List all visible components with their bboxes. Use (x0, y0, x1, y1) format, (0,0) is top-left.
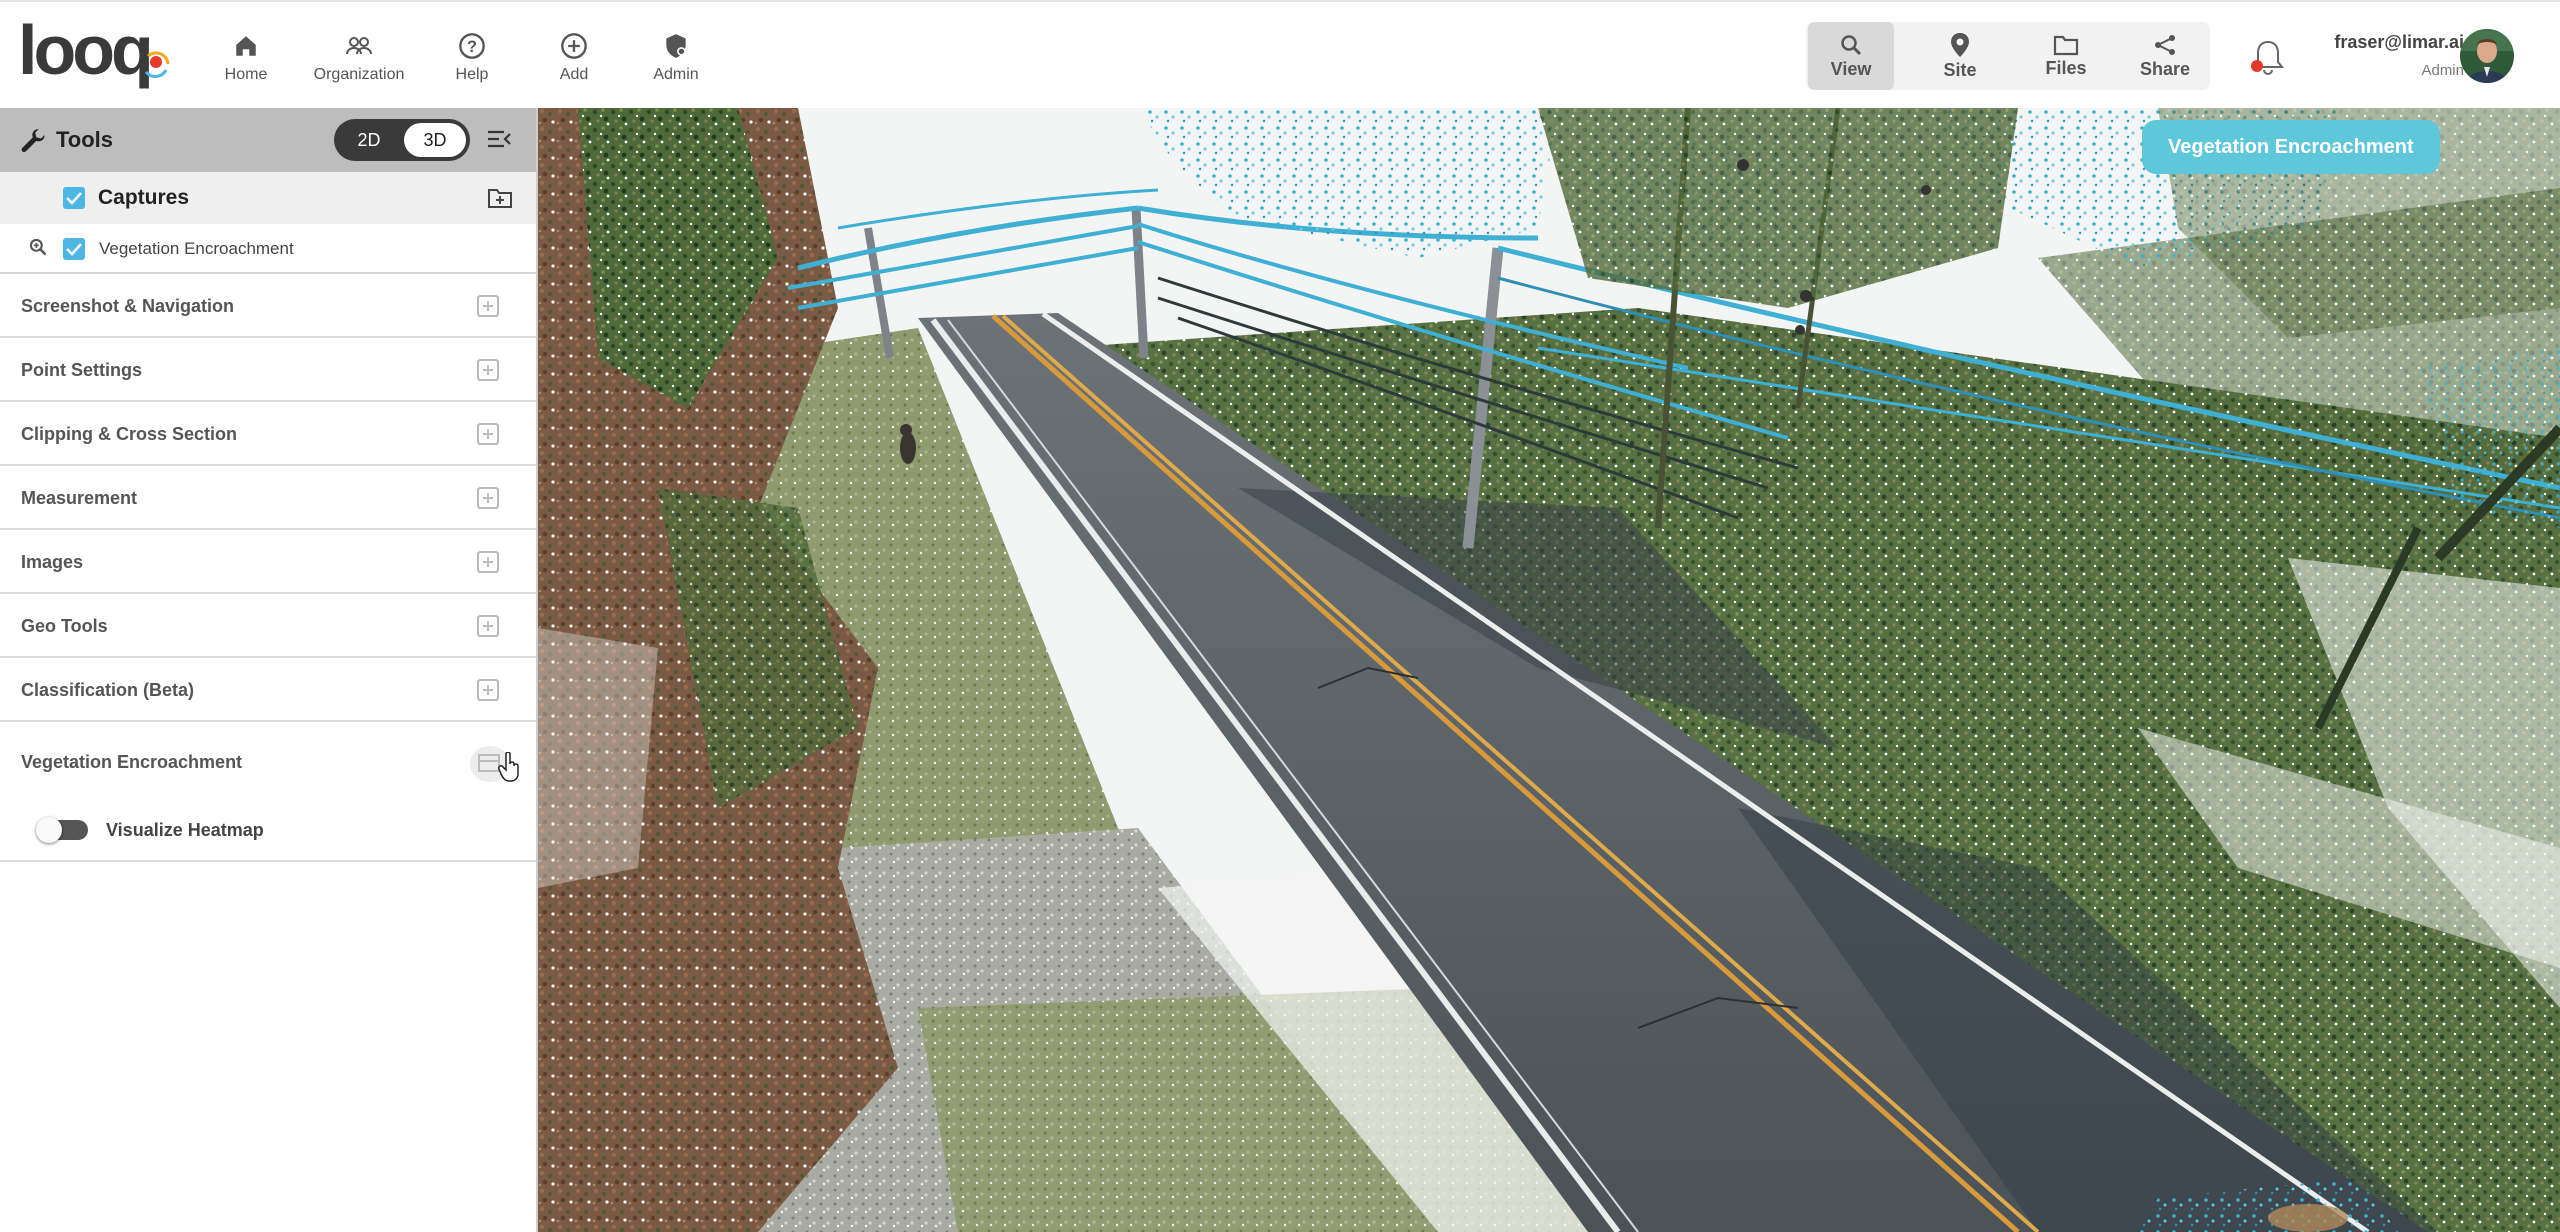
tools-header: Tools 2D 3D (0, 108, 536, 172)
expand-icon[interactable] (477, 487, 499, 509)
toggle-2d-option[interactable]: 2D (338, 123, 400, 157)
zoom-to-layer-icon[interactable] (28, 237, 48, 257)
expand-icon[interactable] (477, 615, 499, 637)
user-role: Admin (2421, 62, 2464, 79)
section-label: Vegetation Encroachment (21, 752, 243, 772)
admin-icon (658, 28, 694, 64)
section-label: Classification (Beta) (21, 680, 195, 700)
site-button[interactable]: Site (1917, 22, 2003, 90)
section-measurement[interactable]: Measurement (0, 466, 536, 530)
vegetation-encroachment-badge[interactable]: Vegetation Encroachment (2142, 120, 2440, 174)
wrench-icon (21, 129, 45, 153)
captures-label: Captures (98, 186, 190, 209)
layer-label: Vegetation Encroachment (99, 239, 294, 258)
nav-admin[interactable]: Admin (621, 28, 731, 84)
nav-add[interactable]: Add (519, 28, 629, 84)
checkmark-icon (66, 192, 82, 205)
checkmark-icon (66, 243, 82, 256)
hand-cursor-icon (498, 752, 519, 782)
view-toolbar: View Site Files Share (1806, 22, 2210, 90)
toggle-knob (36, 817, 62, 843)
nav-help[interactable]: ? Help (417, 28, 527, 84)
tools-sidebar: Tools 2D 3D Captures Vegetation Encroach… (0, 108, 538, 1232)
svg-text:?: ? (467, 38, 477, 56)
section-images[interactable]: Images (0, 530, 536, 594)
section-screenshot-navigation[interactable]: Screenshot & Navigation (0, 274, 536, 338)
share-button[interactable]: Share (2122, 22, 2208, 90)
share-button-label: Share (2139, 58, 2191, 79)
expand-icon[interactable] (477, 679, 499, 701)
add-folder-icon[interactable] (487, 187, 513, 209)
expand-icon[interactable] (477, 359, 499, 381)
nav-admin-label: Admin (653, 66, 699, 83)
files-button[interactable]: Files (2023, 22, 2109, 90)
view-button-label: View (1830, 58, 1872, 79)
collapse-sidebar-icon[interactable] (486, 128, 512, 150)
nav-organization[interactable]: Organization (304, 28, 414, 84)
nav-home[interactable]: Home (191, 28, 301, 84)
section-label: Point Settings (21, 360, 142, 380)
help-icon: ? (454, 28, 490, 64)
user-avatar[interactable] (2460, 29, 2514, 83)
nav-help-label: Help (455, 66, 489, 83)
point-cloud-viewport[interactable] (538, 108, 2560, 1232)
view-button[interactable]: View (1808, 22, 1894, 90)
site-button-label: Site (1943, 59, 1977, 80)
section-label: Clipping & Cross Section (21, 424, 238, 444)
section-geo-tools[interactable]: Geo Tools (0, 594, 536, 658)
point-cloud-scene[interactable] (538, 108, 2560, 1232)
add-icon (556, 28, 592, 64)
looq-logo[interactable]: looq (18, 16, 173, 94)
section-label: Geo Tools (21, 616, 108, 636)
search-icon (1841, 34, 1862, 55)
user-email[interactable]: fraser@limar.ai (2334, 32, 2464, 53)
organization-icon (341, 28, 377, 64)
section-clipping-cross-section[interactable]: Clipping & Cross Section (0, 402, 536, 466)
top-navigation-bar: looq Home Organization ? Help Add Admin (0, 0, 2560, 108)
expand-icon[interactable] (477, 551, 499, 573)
expand-icon[interactable] (477, 423, 499, 445)
svg-text:looq: looq (18, 16, 150, 89)
section-vegetation-encroachment: Vegetation Encroachment Visualize Heatma… (0, 722, 536, 862)
section-classification[interactable]: Classification (Beta) (0, 658, 536, 722)
heatmap-toggle[interactable] (36, 817, 88, 843)
home-icon (228, 28, 264, 64)
nav-organization-label: Organization (313, 66, 405, 83)
section-label: Measurement (21, 488, 138, 508)
section-point-settings[interactable]: Point Settings (0, 338, 536, 402)
tools-title: Tools (56, 127, 114, 152)
section-label: Screenshot & Navigation (21, 296, 235, 316)
nav-home-label: Home (224, 66, 268, 83)
toggle-3d-option[interactable]: 3D (404, 123, 466, 157)
files-button-label: Files (2045, 57, 2087, 78)
section-label: Images (21, 552, 84, 572)
layer-row[interactable]: Vegetation Encroachment (0, 224, 536, 274)
share-icon (2155, 34, 2175, 55)
captures-row[interactable]: Captures (0, 172, 536, 224)
layer-checkbox[interactable] (63, 238, 85, 260)
dimension-toggle[interactable]: 2D 3D (334, 119, 470, 161)
captures-checkbox[interactable] (63, 187, 85, 209)
folder-icon (2053, 35, 2079, 55)
notification-bell-icon[interactable] (2246, 36, 2290, 80)
heatmap-toggle-label: Visualize Heatmap (106, 820, 264, 840)
expand-icon[interactable] (477, 295, 499, 317)
nav-add-label: Add (559, 66, 589, 83)
location-pin-icon (1951, 32, 1969, 57)
